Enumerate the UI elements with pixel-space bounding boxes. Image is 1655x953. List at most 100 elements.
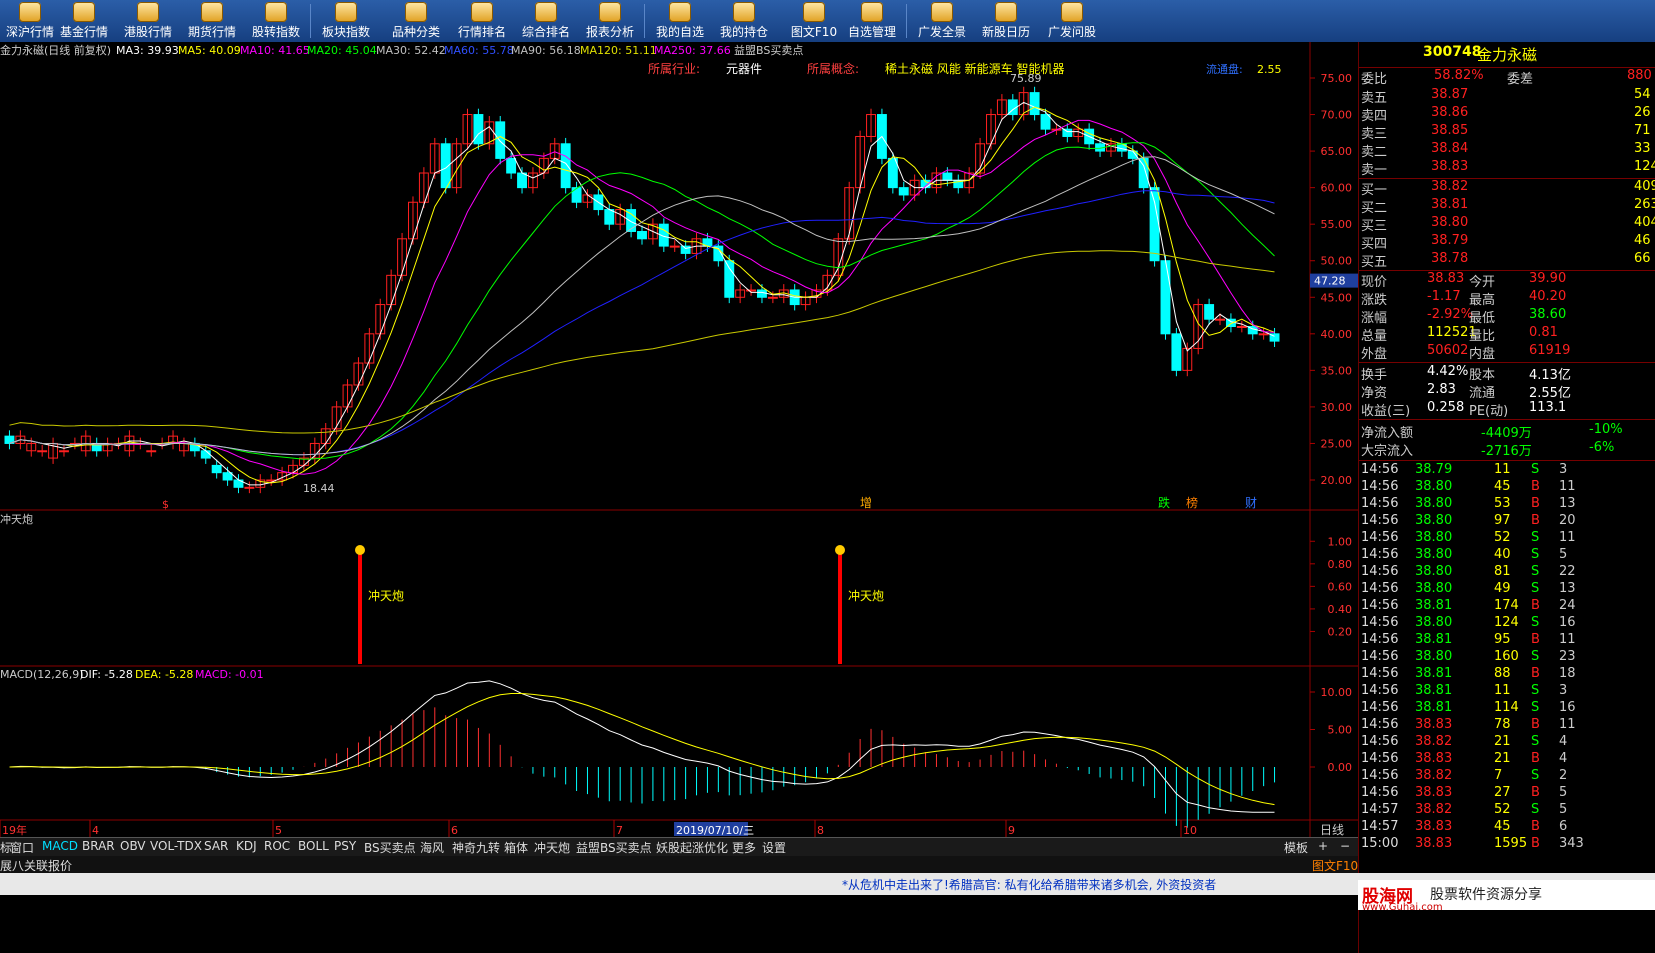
tab-indicator-6[interactable]: SAR [204,839,228,853]
tab-indicator-2[interactable]: MACD [42,839,78,853]
toolbar-button-5[interactable]: 板块指数 [312,0,380,42]
tick-row: 14:56 38.83 78 B 11 [1359,717,1655,735]
stat-value: 113.1 [1529,400,1567,415]
tick-count: 5 [1559,802,1568,817]
tab-indicator-15[interactable]: 冲天炮 [534,839,570,856]
toolbar-button-6[interactable]: 品种分类 [382,0,450,42]
minus-button[interactable]: − [1340,839,1350,853]
tab-indicator-19[interactable]: 设置 [762,839,786,856]
ask-label: 卖一 [1361,163,1388,178]
macd-tick-label: 0.00 [1328,761,1353,774]
tab-indicator-4[interactable]: OBV [120,839,146,853]
plus-button[interactable]: + [1318,839,1328,853]
toolbar-button-4[interactable]: 股转指数 [242,0,310,42]
ma-legend-10: 益盟BS买卖点 [734,43,803,57]
toolbar-button-16[interactable]: 广发问股 [1038,0,1106,42]
toolbar-button-3[interactable]: 期货行情 [178,0,246,42]
tab-indicator-10[interactable]: PSY [334,839,356,853]
toolbar-button-8[interactable]: 综合排名 [512,0,580,42]
stat-row: 换手 4.42% 股本 4.13亿 [1359,364,1655,383]
bid-price: 38.80 [1431,215,1469,230]
tab-indicator-8[interactable]: ROC [264,839,290,853]
toolbar-button-15[interactable]: 新股日历 [972,0,1040,42]
macd-title: MACD(12,26,9) [0,668,84,681]
ask-row: 卖三 38.85 71 [1359,123,1655,142]
stat-label: 流通 [1469,386,1496,401]
concept-label: 所属概念: [807,61,859,76]
tab-indicator-12[interactable]: 海风 [420,839,444,856]
toolbar-button-14[interactable]: 广发全景 [908,0,976,42]
tab-indicator-17[interactable]: 妖股起涨优化 [656,839,728,856]
tick-price: 38.81 [1415,666,1453,681]
tab-indicator-11[interactable]: BS买卖点 [364,839,416,856]
template-button[interactable]: 模板 [1284,839,1308,856]
toolbar-button-1[interactable]: 基金行情 [50,0,118,42]
ind-tick-label: 0.40 [1328,603,1353,616]
stat-value: 0.258 [1427,400,1465,415]
tick-volume: 95 [1494,632,1511,647]
tick-volume: 11 [1494,683,1511,698]
tick-count: 11 [1559,717,1576,732]
macd-dif: DIF: -5.28 [80,668,133,681]
bid-row: 买一 38.82 409 [1359,179,1655,198]
toolbar-button-7[interactable]: 行情排名 [448,0,516,42]
ma-legend-6: MA60: 55.78 [444,44,514,57]
low-price-label: 18.44 [303,482,335,495]
bid-row: 买四 38.79 46 [1359,233,1655,252]
ma-legend-3: MA10: 41.65 [240,44,310,57]
tick-price: 38.81 [1415,700,1453,715]
tab-expand[interactable]: 展八 [0,857,24,874]
toolbar-label: 报表分析 [585,25,634,39]
flow-label: 大宗流入 [1361,444,1414,459]
tick-volume: 52 [1494,802,1511,817]
tick-direction: B [1531,785,1540,800]
quote-label: 涨跌 [1361,293,1388,308]
tick-count: 4 [1559,734,1568,749]
tab-indicator-16[interactable]: 益盟BS买卖点 [576,839,652,856]
tick-direction: S [1531,683,1540,698]
toolbar-button-9[interactable]: 报表分析 [576,0,644,42]
tick-time: 14:56 [1361,479,1399,494]
candle-body [680,245,691,254]
tab-indicator-3[interactable]: BRAR [82,839,115,853]
tab-indicator-18[interactable]: 更多 [732,839,756,856]
toolbar-button-10[interactable]: 我的自选 [646,0,714,42]
tab-indicator-7[interactable]: KDJ [236,839,257,853]
toolbar-label: 我的持仓 [719,25,768,39]
quote-label: 今开 [1469,275,1496,290]
candle-body [669,245,680,248]
tab-indicator-5[interactable]: VOL-TDX [150,839,202,853]
tick-time: 14:56 [1361,462,1399,477]
tab-indicator-13[interactable]: 神奇九转 [452,839,500,856]
tick-direction: S [1531,734,1540,749]
bid-price: 38.78 [1431,251,1469,266]
tick-volume: 7 [1494,768,1503,783]
candle-body [604,209,615,225]
tick-row: 14:56 38.80 45 B 11 [1359,479,1655,497]
ask-price: 38.84 [1431,141,1469,156]
quote-value: 40.20 [1529,289,1567,304]
macd-tick-label: 5.00 [1328,724,1353,737]
tick-time: 14:56 [1361,632,1399,647]
quote-label: 量比 [1469,329,1496,344]
toolbar-button-11[interactable]: 我的持仓 [710,0,778,42]
toolbar-label: 品种分类 [391,25,440,39]
f10-link[interactable]: 图文F10 [1312,857,1358,874]
tick-count: 16 [1559,700,1576,715]
toolbar-button-2[interactable]: 港股行情 [114,0,182,42]
chart-area[interactable]: 金力永磁(日线 前复权) MA3: 39.93 MA5: 40.09 MA10: 41… [0,42,1358,837]
tab-indicator-1[interactable]: 窗口 [10,839,34,856]
tab-indicator-14[interactable]: 箱体 [504,839,528,856]
price-tick-label: 70.00 [1321,109,1353,122]
toolbar-icon [471,2,493,22]
candle-body [898,187,909,196]
event-marker-zeng: 增 [860,496,872,510]
tick-price: 38.80 [1415,615,1453,630]
quote-panel: 300748 金力永磁 委比 58.82% 委差 880 卖五 38.87 54 卖四… [1358,42,1655,953]
quote-row: 外盘 50602 内盘 61919 [1359,343,1655,362]
tick-time: 14:56 [1361,649,1399,664]
toolbar-button-13[interactable]: 自选管理 [838,0,906,42]
tab-related-quote[interactable]: 关联报价 [24,857,72,874]
tab-indicator-9[interactable]: BOLL [298,839,329,853]
watermark-slogan: 股票软件资源分享 [1430,887,1542,903]
